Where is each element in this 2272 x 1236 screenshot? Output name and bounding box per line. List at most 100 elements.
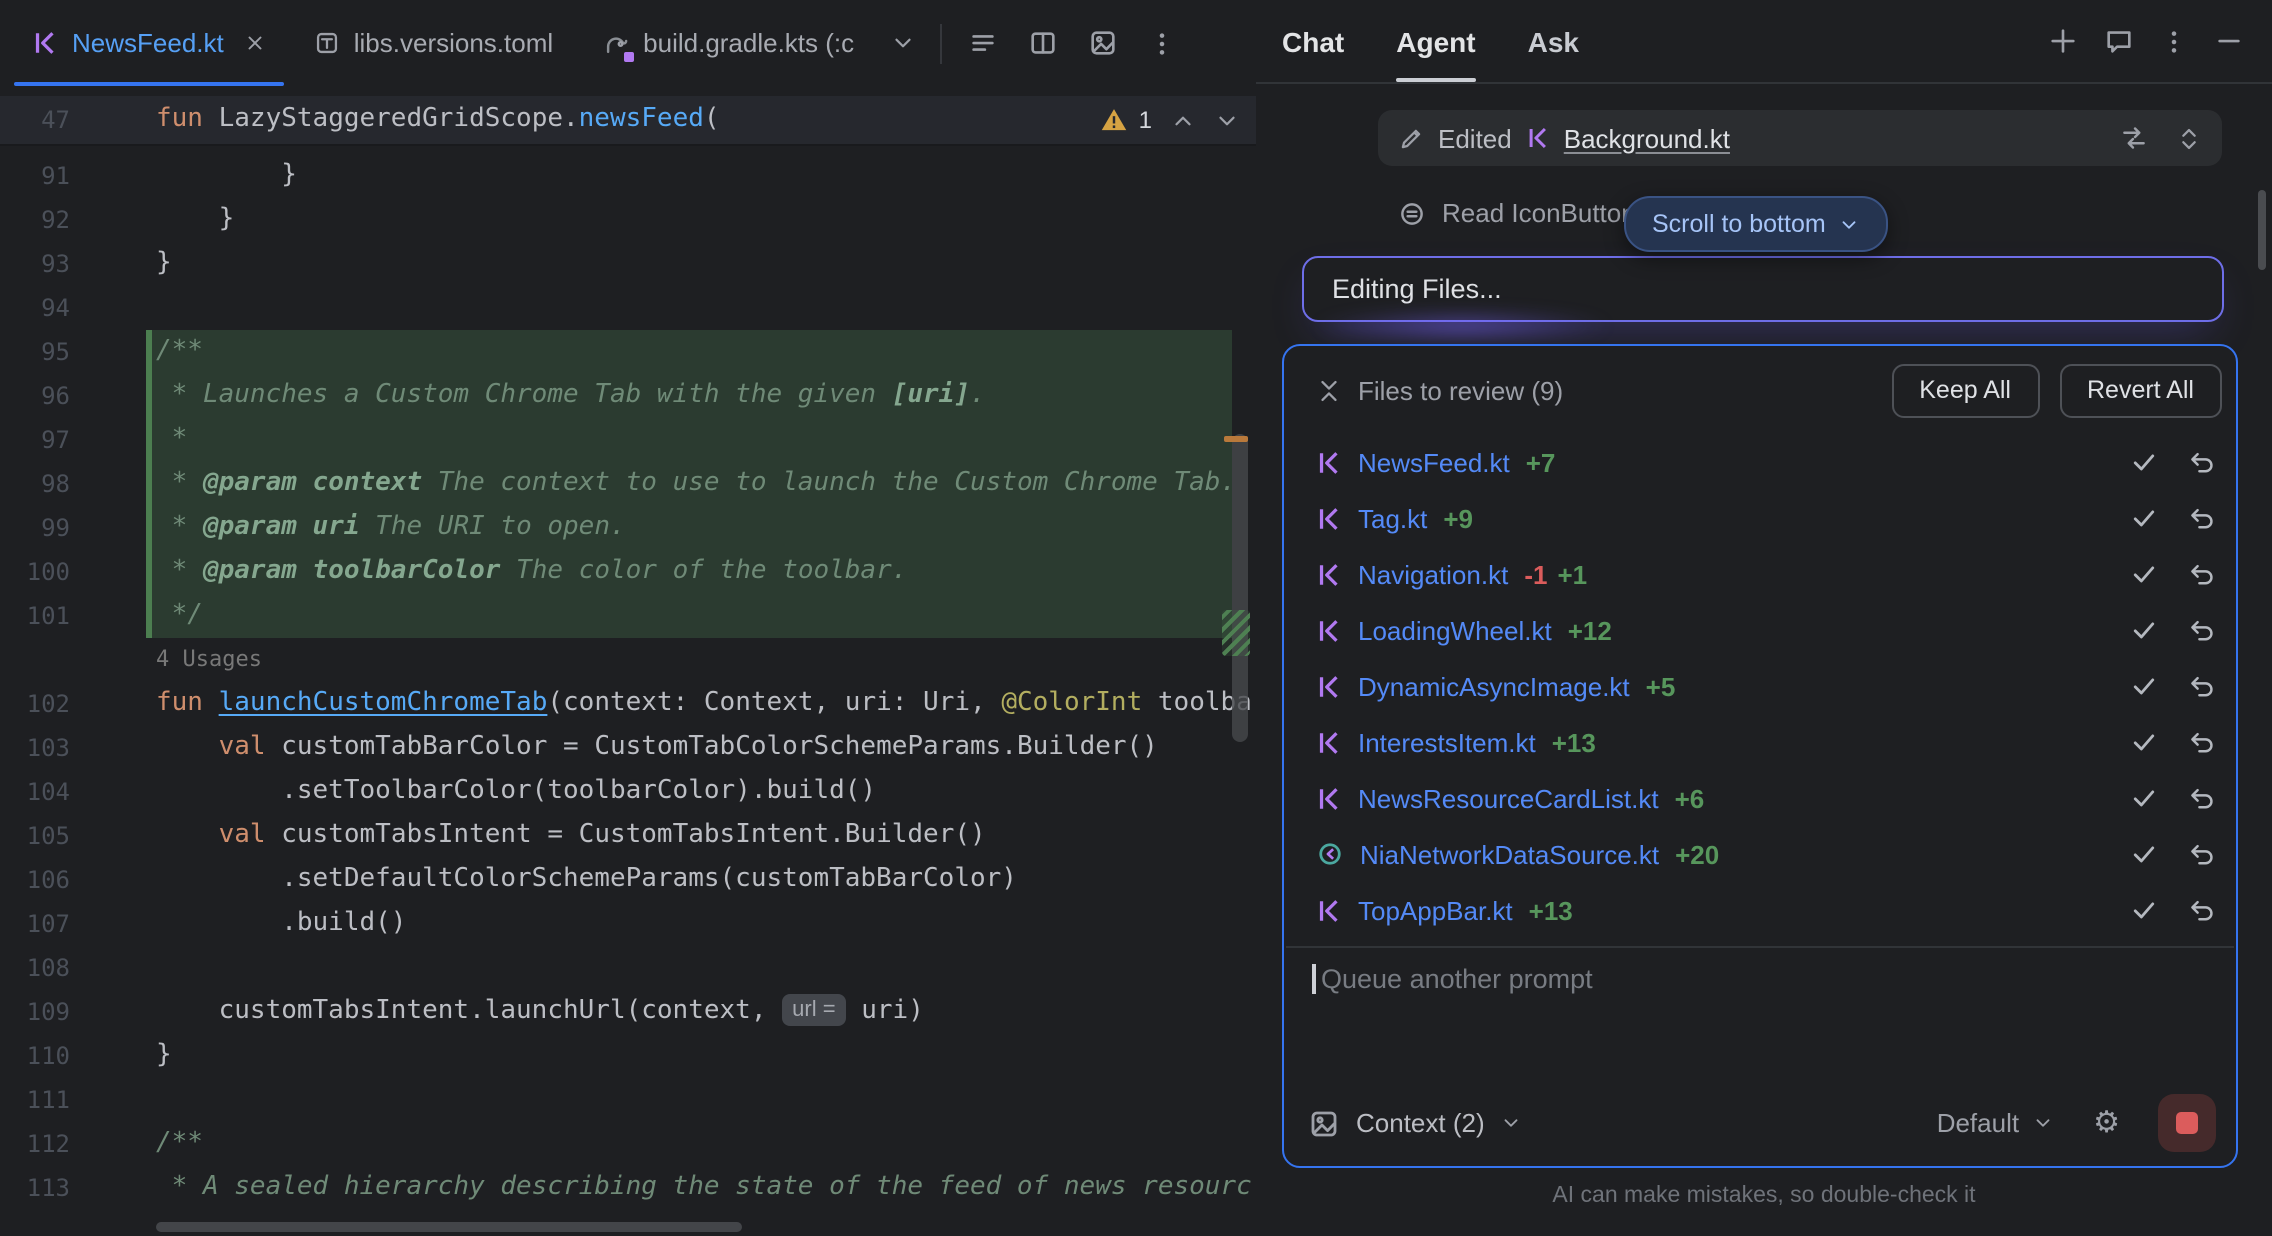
keep-file-icon[interactable]	[2130, 560, 2158, 588]
tab-ask[interactable]: Ask	[1528, 0, 1579, 82]
code-editor[interactable]: 91 }92 }93}9495/**96 * Launches a Custom…	[0, 154, 1256, 1210]
code-line[interactable]: 95/**	[0, 330, 1256, 374]
code-line[interactable]: 93}	[0, 242, 1256, 286]
new-chat-icon[interactable]	[2048, 26, 2078, 56]
code-line[interactable]: 99 * @param uri The URI to open.	[0, 506, 1256, 550]
editor-vertical-scrollbar[interactable]	[1232, 434, 1248, 742]
code-line[interactable]: 105 val customTabsIntent = CustomTabsInt…	[0, 814, 1256, 858]
file-review-row[interactable]: LoadingWheel.kt+12	[1284, 602, 2236, 658]
warning-icon[interactable]	[1101, 106, 1129, 134]
screenshot-icon[interactable]	[1088, 28, 1118, 58]
file-link[interactable]: TopAppBar.kt	[1358, 895, 1513, 925]
code-line[interactable]: 104 .setToolbarColor(toolbarColor).build…	[0, 770, 1256, 814]
file-link[interactable]: Navigation.kt	[1358, 559, 1508, 589]
expand-collapse-icon[interactable]	[2176, 125, 2202, 151]
hide-panel-icon[interactable]	[2214, 26, 2244, 56]
file-review-row[interactable]: Navigation.kt-1+1	[1284, 546, 2236, 602]
code-line[interactable]: 110}	[0, 1034, 1256, 1078]
tab-list-chevron-icon[interactable]	[890, 30, 916, 56]
edited-file-link[interactable]: Background.kt	[1564, 123, 1730, 153]
next-warning-icon[interactable]	[1214, 107, 1240, 133]
code-line[interactable]: 98 * @param context The context to use t…	[0, 462, 1256, 506]
code-line[interactable]: 113 * A sealed hierarchy describing the …	[0, 1166, 1256, 1210]
warning-stripe-marker[interactable]	[1224, 436, 1248, 442]
file-link[interactable]: DynamicAsyncImage.kt	[1358, 671, 1630, 701]
chat-scrollbar[interactable]	[2258, 190, 2266, 270]
tab-newsfeed-kt[interactable]: NewsFeed.kt	[8, 0, 290, 86]
revert-file-icon[interactable]	[2188, 504, 2216, 532]
editor-horizontal-scrollbar[interactable]	[156, 1222, 742, 1232]
revert-file-icon[interactable]	[2188, 448, 2216, 476]
prev-warning-icon[interactable]	[1170, 107, 1196, 133]
file-review-row[interactable]: InterestsItem.kt+13	[1284, 714, 2236, 770]
code-line[interactable]: 107 .build()	[0, 902, 1256, 946]
split-editor-icon[interactable]	[1028, 28, 1058, 58]
code-line[interactable]: 94	[0, 286, 1256, 330]
file-link[interactable]: NewsFeed.kt	[1358, 447, 1510, 477]
keep-all-button[interactable]: Keep All	[1891, 363, 2039, 417]
open-diff-icon[interactable]	[2120, 124, 2148, 152]
code-line[interactable]: 100 * @param toolbarColor The color of t…	[0, 550, 1256, 594]
revert-file-icon[interactable]	[2188, 784, 2216, 812]
attach-image-icon[interactable]	[1308, 1107, 1340, 1139]
file-link[interactable]: InterestsItem.kt	[1358, 727, 1536, 757]
chat-history-icon[interactable]	[2104, 26, 2134, 56]
revert-file-icon[interactable]	[2188, 728, 2216, 756]
code-line[interactable]: 91 }	[0, 154, 1256, 198]
close-tab-icon[interactable]	[244, 32, 266, 54]
code-line[interactable]: 97 *	[0, 418, 1256, 462]
settings-gear-icon[interactable]: ⚙	[2093, 1108, 2120, 1138]
file-review-row[interactable]: Tag.kt+9	[1284, 490, 2236, 546]
keep-file-icon[interactable]	[2130, 728, 2158, 756]
file-link[interactable]: Tag.kt	[1358, 503, 1427, 533]
keep-file-icon[interactable]	[2130, 840, 2158, 868]
keep-file-icon[interactable]	[2130, 784, 2158, 812]
revert-file-icon[interactable]	[2188, 896, 2216, 924]
list-view-icon[interactable]	[968, 28, 998, 58]
model-chevron-icon[interactable]	[2031, 1112, 2053, 1134]
keep-file-icon[interactable]	[2130, 672, 2158, 700]
revert-file-icon[interactable]	[2188, 616, 2216, 644]
file-link[interactable]: NewsResourceCardList.kt	[1358, 783, 1659, 813]
file-link[interactable]: NiaNetworkDataSource.kt	[1360, 839, 1659, 869]
tab-build-gradle-kts[interactable]: build.gradle.kts (:c	[577, 0, 878, 86]
model-selector-label[interactable]: Default	[1937, 1108, 2019, 1138]
edited-file-step[interactable]: Edited Background.kt	[1378, 110, 2222, 166]
code-line[interactable]: 92 }	[0, 198, 1256, 242]
tab-agent[interactable]: Agent	[1396, 0, 1475, 82]
read-file-step[interactable]: Read IconButton.	[1398, 198, 1643, 228]
stop-generation-button[interactable]	[2158, 1094, 2216, 1152]
code-line[interactable]: 101 */	[0, 594, 1256, 638]
scroll-to-bottom-button[interactable]: Scroll to bottom	[1624, 196, 1888, 252]
chat-more-options-icon[interactable]	[2160, 27, 2188, 55]
revert-file-icon[interactable]	[2188, 560, 2216, 588]
file-review-row[interactable]: NewsResourceCardList.kt+6	[1284, 770, 2236, 826]
file-link[interactable]: LoadingWheel.kt	[1358, 615, 1552, 645]
context-selector-label[interactable]: Context (2)	[1356, 1108, 1485, 1138]
prompt-input[interactable]: Queue another prompt	[1312, 964, 2212, 994]
tab-chat[interactable]: Chat	[1282, 0, 1344, 82]
revert-all-button[interactable]: Revert All	[2059, 363, 2222, 417]
code-line[interactable]: 111	[0, 1078, 1256, 1122]
file-review-row[interactable]: TopAppBar.kt+13	[1284, 882, 2236, 938]
tab-libs-versions-toml[interactable]: libs.versions.toml	[290, 0, 577, 86]
code-line[interactable]: 96 * Launches a Custom Chrome Tab with t…	[0, 374, 1256, 418]
keep-file-icon[interactable]	[2130, 448, 2158, 476]
inlay-usages-hint[interactable]: 4 Usages	[0, 638, 1256, 682]
keep-file-icon[interactable]	[2130, 616, 2158, 644]
file-review-row[interactable]: DynamicAsyncImage.kt+5	[1284, 658, 2236, 714]
code-line[interactable]: 109 customTabsIntent.launchUrl(context, …	[0, 990, 1256, 1034]
added-lines-stripe-marker[interactable]	[1222, 610, 1250, 656]
file-review-row[interactable]: NewsFeed.kt+7	[1284, 434, 2236, 490]
revert-file-icon[interactable]	[2188, 840, 2216, 868]
keep-file-icon[interactable]	[2130, 504, 2158, 532]
context-chevron-icon[interactable]	[1501, 1112, 1523, 1134]
code-line[interactable]: 112/**	[0, 1122, 1256, 1166]
code-line[interactable]: 102fun launchCustomChromeTab(context: Co…	[0, 682, 1256, 726]
file-review-row[interactable]: NiaNetworkDataSource.kt+20	[1284, 826, 2236, 882]
more-options-icon[interactable]	[1148, 29, 1176, 57]
revert-file-icon[interactable]	[2188, 672, 2216, 700]
keep-file-icon[interactable]	[2130, 896, 2158, 924]
sticky-code-header[interactable]: 47 fun LazyStaggeredGridScope.newsFeed( …	[0, 96, 1256, 146]
collapse-icon[interactable]	[1316, 377, 1342, 403]
